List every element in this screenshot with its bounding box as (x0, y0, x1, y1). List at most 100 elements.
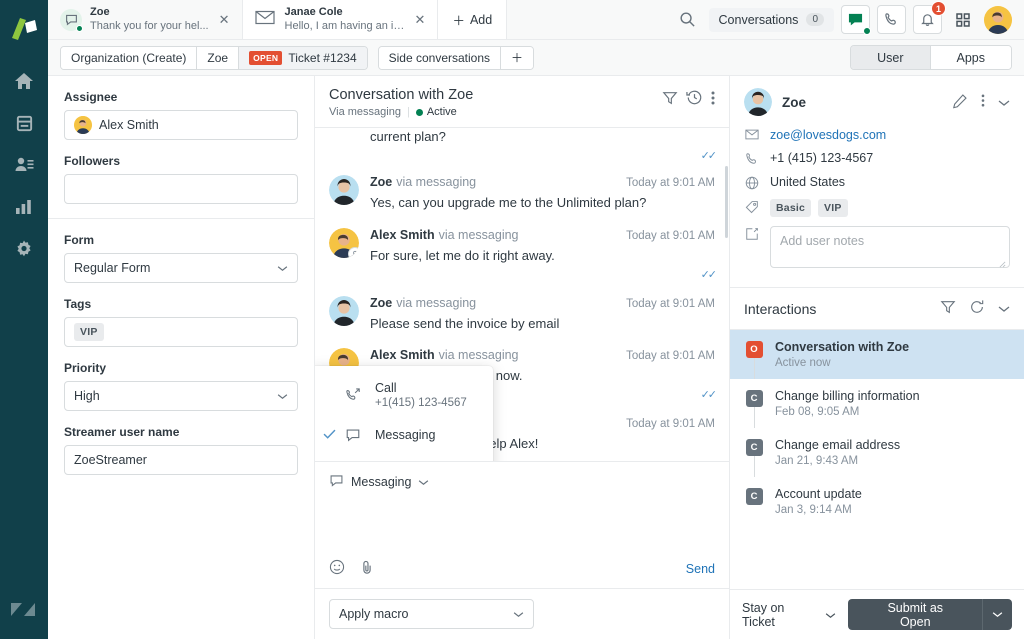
scrollbar[interactable] (725, 166, 728, 238)
message-thread[interactable]: current plan? ✓✓ Zoe via messaging Today… (315, 128, 729, 461)
breadcrumb-organization[interactable]: Organization (Create) (61, 46, 198, 69)
tab-user[interactable]: User (851, 46, 931, 69)
tag-icon (744, 199, 759, 214)
search-icon[interactable] (674, 6, 702, 34)
menu-item-messaging[interactable]: Messaging (315, 418, 493, 452)
views-icon[interactable] (0, 102, 48, 144)
tags-label: Tags (64, 297, 92, 311)
tab-zoe[interactable]: Zoe Thank you for your hel... ✕ (48, 0, 243, 39)
tab-janae-cole[interactable]: Janae Cole Hello, I am having an is... ✕ (242, 0, 439, 39)
user-email[interactable]: zoe@lovesdogs.com (770, 128, 886, 142)
workspace-body: Assignee Alex Smith Followers Form Regul… (48, 76, 1024, 639)
message-body: Zoe via messaging Today at 9:01 AM Pleas… (370, 296, 715, 334)
paperclip-icon[interactable] (359, 559, 375, 578)
send-button[interactable]: Send (686, 562, 715, 576)
resize-grip-icon[interactable] (999, 257, 1006, 268)
home-icon[interactable] (0, 60, 48, 102)
avatar (744, 88, 772, 116)
zendesk-logo[interactable] (10, 16, 38, 42)
user-tags-row: Basic VIP (744, 199, 1010, 217)
divider: | (406, 106, 410, 118)
bell-icon[interactable]: 1 (913, 1, 946, 34)
timeline-line (753, 358, 755, 379)
customers-icon[interactable] (0, 144, 48, 186)
list-item-subtitle: Active now (775, 357, 831, 369)
admin-gear-icon[interactable] (0, 228, 48, 270)
menu-item-email[interactable]: Email (315, 452, 493, 461)
submit-button[interactable]: Submit as Open (848, 599, 983, 630)
apply-macro-select[interactable]: Apply macro (329, 599, 534, 629)
chevron-down-icon[interactable] (998, 95, 1010, 110)
submit-options-chevron-down-icon[interactable] (982, 599, 1012, 630)
user-avatar[interactable] (984, 5, 1012, 34)
list-item-title: Account update (775, 487, 862, 501)
conversations-pill[interactable]: Conversations 0 (708, 7, 834, 32)
menu-item-call[interactable]: Call +1(415) 123-4567 (315, 372, 493, 418)
tag-chip[interactable]: VIP (818, 199, 848, 217)
tags-input[interactable]: VIP (64, 317, 298, 347)
more-vertical-icon[interactable] (981, 93, 985, 111)
conversation-panel: Conversation with Zoe Via messaging | Ac… (315, 76, 730, 639)
user-notes-input[interactable]: Add user notes (770, 226, 1010, 268)
chevron-down-icon[interactable] (998, 301, 1010, 316)
phone-icon (744, 151, 759, 166)
message-meta: Zoe via messaging Today at 9:01 AM (370, 296, 715, 310)
channel-select-menu[interactable]: Call +1(415) 123-4567 Messaging (315, 366, 493, 461)
phone-outgoing-icon (345, 387, 375, 403)
composer-textarea[interactable] (315, 491, 729, 553)
list-item[interactable]: C Account update Jan 3, 9:14 AM (730, 477, 1024, 526)
close-icon[interactable]: ✕ (217, 12, 232, 28)
side-conversations-button[interactable]: Side conversations (378, 46, 502, 69)
stay-on-ticket-select[interactable]: Stay on Ticket (742, 601, 836, 629)
emoji-smiley-icon[interactable] (329, 559, 345, 578)
list-item[interactable]: C Change email address Jan 21, 9:43 AM (730, 428, 1024, 477)
composer-channel-select[interactable]: Messaging (315, 462, 729, 491)
list-item[interactable]: C Change billing information Feb 08, 9:0… (730, 379, 1024, 428)
assignee-input[interactable]: Alex Smith (64, 110, 298, 140)
timeline-line (753, 407, 755, 428)
history-clock-icon[interactable] (686, 89, 703, 109)
refresh-icon[interactable] (969, 299, 985, 318)
tag-chip[interactable]: VIP (74, 323, 104, 341)
filter-icon[interactable] (662, 90, 678, 109)
reporting-icon[interactable] (0, 186, 48, 228)
delivery-ticks-icon: ✓✓ (700, 149, 717, 162)
streamer-input[interactable]: ZoeStreamer (64, 445, 298, 475)
phone-icon[interactable] (877, 5, 906, 34)
message-text: Please send the invoice by email (370, 315, 560, 331)
tag-chip[interactable]: Basic (770, 199, 812, 217)
menu-item-sub: +1(415) 123-4567 (375, 397, 467, 409)
filter-icon[interactable] (940, 299, 956, 318)
chat-status-icon[interactable] (841, 5, 871, 35)
pencil-icon[interactable] (952, 93, 968, 112)
grid-apps-icon[interactable] (949, 6, 977, 34)
priority-select[interactable]: High (64, 381, 298, 411)
timeline-marker-col: C (744, 487, 764, 516)
breadcrumb-label: Organization (Create) (71, 50, 187, 65)
breadcrumb-ticket[interactable]: OPEN Ticket #1234 (239, 46, 367, 69)
tab-text: Janae Cole Hello, I am having an is... (285, 6, 405, 34)
close-icon[interactable]: ✕ (413, 12, 428, 28)
avatar (74, 116, 92, 134)
user-card: Zoe zoe@lovesdogs.com +1 (415) 123-4567 … (730, 76, 1024, 288)
followers-field: Followers (64, 154, 298, 204)
status-label: Active (426, 106, 457, 118)
tags-field: Tags VIP (64, 297, 298, 347)
conversation-subtitle: Via messaging | Active (329, 106, 473, 118)
list-item[interactable]: O Conversation with Zoe Active now (730, 330, 1024, 379)
chevron-down-icon (825, 608, 836, 622)
status-badge: C (745, 439, 763, 456)
timeline-line (753, 456, 755, 477)
followers-input[interactable] (64, 174, 298, 204)
user-email-row: zoe@lovesdogs.com (744, 128, 1010, 142)
breadcrumb-zoe[interactable]: Zoe (197, 46, 240, 69)
online-status-dot (76, 24, 83, 32)
tab-apps[interactable]: Apps (930, 46, 1011, 69)
envelope-icon (254, 9, 277, 31)
form-select[interactable]: Regular Form (64, 253, 298, 283)
tab-apps-label: Apps (956, 50, 986, 65)
add-side-conversation-button[interactable]: ＋ (501, 46, 534, 69)
user-phone: +1 (415) 123-4567 (770, 151, 874, 165)
more-vertical-icon[interactable] (711, 90, 715, 109)
add-tab-button[interactable]: ＋ Add (438, 0, 508, 39)
